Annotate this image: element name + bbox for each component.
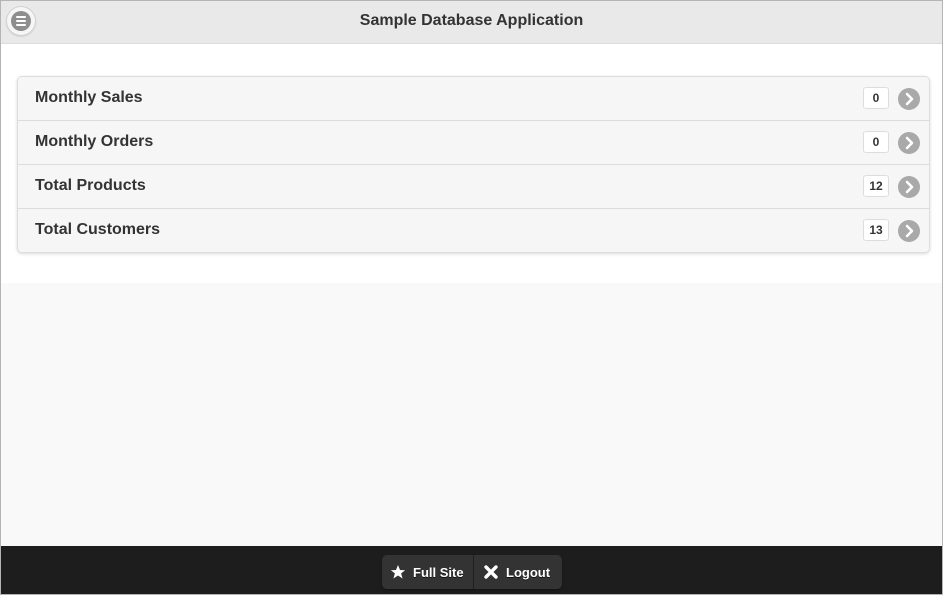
logout-label: Logout [506,564,551,580]
list-item-total-products[interactable]: Total Products 12 [18,165,929,209]
list-item-monthly-sales[interactable]: Monthly Sales 0 [18,77,929,121]
header-bar: Sample Database Application [1,1,942,44]
list-item-total-customers[interactable]: Total Customers 13 [18,209,929,252]
list-item-label: Monthly Sales [35,89,143,106]
main-content: Monthly Sales 0 Monthly Orders 0 Total P… [1,44,942,283]
chevron-right-icon [898,132,920,154]
chevron-right-icon [898,176,920,198]
star-icon [388,562,408,582]
footer-bar: Full Site Logout [1,546,942,594]
close-icon [481,562,501,582]
count-badge: 0 [863,87,889,109]
list-item-monthly-orders[interactable]: Monthly Orders 0 [18,121,929,165]
list-item-label: Total Customers [35,221,161,238]
app-window: Sample Database Application Monthly Sale… [0,0,943,595]
full-site-label: Full Site [413,564,464,580]
chevron-right-icon [898,88,920,110]
count-badge: 12 [863,175,889,197]
page-title: Sample Database Application [359,12,584,29]
footer-button-group: Full Site Logout [382,555,562,589]
full-site-button[interactable]: Full Site [382,555,474,589]
dashboard-list: Monthly Sales 0 Monthly Orders 0 Total P… [17,76,930,253]
logout-button[interactable]: Logout [474,555,562,589]
count-badge: 13 [863,219,889,241]
list-item-label: Monthly Orders [35,133,154,150]
count-badge: 0 [863,131,889,153]
chevron-right-icon [898,220,920,242]
list-item-label: Total Products [35,177,146,194]
